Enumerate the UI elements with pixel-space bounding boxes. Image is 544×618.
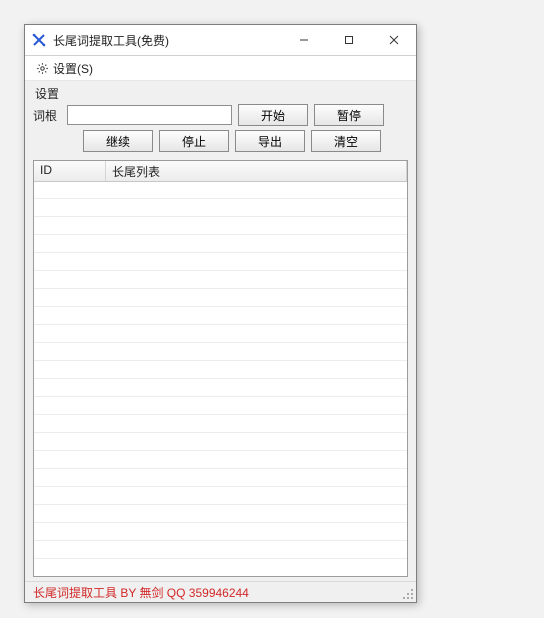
- app-window: 长尾词提取工具(免费): [24, 24, 417, 603]
- export-button[interactable]: 导出: [235, 130, 305, 152]
- section-label: 设置: [35, 85, 408, 102]
- maximize-button[interactable]: [326, 25, 371, 55]
- table-row: [34, 253, 407, 271]
- table-row: [34, 415, 407, 433]
- table-row: [34, 559, 407, 576]
- column-header-id[interactable]: ID: [34, 161, 106, 181]
- table-row: [34, 541, 407, 559]
- app-icon: [31, 32, 47, 48]
- continue-button[interactable]: 继续: [83, 130, 153, 152]
- status-text: 长尾词提取工具 BY 無剑 QQ 359946244: [33, 584, 249, 601]
- menu-settings[interactable]: 设置(S): [29, 58, 99, 79]
- table-row: [34, 181, 407, 199]
- table-row: [34, 343, 407, 361]
- table-row: [34, 217, 407, 235]
- table-row: [34, 451, 407, 469]
- table-body: [34, 181, 407, 576]
- table-row: [34, 361, 407, 379]
- menu-settings-label: 设置(S): [53, 60, 93, 77]
- results-table: ID 长尾列表: [33, 160, 408, 577]
- root-input[interactable]: [67, 105, 232, 125]
- column-header-list[interactable]: 长尾列表: [106, 161, 407, 181]
- start-button[interactable]: 开始: [238, 104, 308, 126]
- table-row: [34, 487, 407, 505]
- table-row: [34, 379, 407, 397]
- table-row: [34, 433, 407, 451]
- root-label: 词根: [33, 107, 61, 124]
- menu-bar: 设置(S): [25, 56, 416, 81]
- table-row: [34, 523, 407, 541]
- window-title: 长尾词提取工具(免费): [53, 32, 169, 49]
- table-row: [34, 307, 407, 325]
- stop-button[interactable]: 停止: [159, 130, 229, 152]
- title-bar: 长尾词提取工具(免费): [25, 25, 416, 56]
- root-row: 词根 开始 暂停: [33, 104, 408, 126]
- minimize-button[interactable]: [281, 25, 326, 55]
- table-header: ID 长尾列表: [34, 161, 407, 182]
- buttons-row-2: 继续 停止 导出 清空: [33, 130, 408, 152]
- clear-button[interactable]: 清空: [311, 130, 381, 152]
- controls-panel: 设置 词根 开始 暂停 继续 停止 导出 清空: [25, 81, 416, 160]
- table-row: [34, 505, 407, 523]
- table-row: [34, 289, 407, 307]
- status-bar: 长尾词提取工具 BY 無剑 QQ 359946244: [25, 581, 416, 602]
- table-row: [34, 235, 407, 253]
- close-button[interactable]: [371, 25, 416, 55]
- table-row: [34, 397, 407, 415]
- gear-icon: [35, 61, 49, 75]
- table-row: [34, 199, 407, 217]
- table-row: [34, 325, 407, 343]
- resize-grip-icon[interactable]: [400, 586, 414, 600]
- pause-button[interactable]: 暂停: [314, 104, 384, 126]
- table-row: [34, 469, 407, 487]
- table-row: [34, 271, 407, 289]
